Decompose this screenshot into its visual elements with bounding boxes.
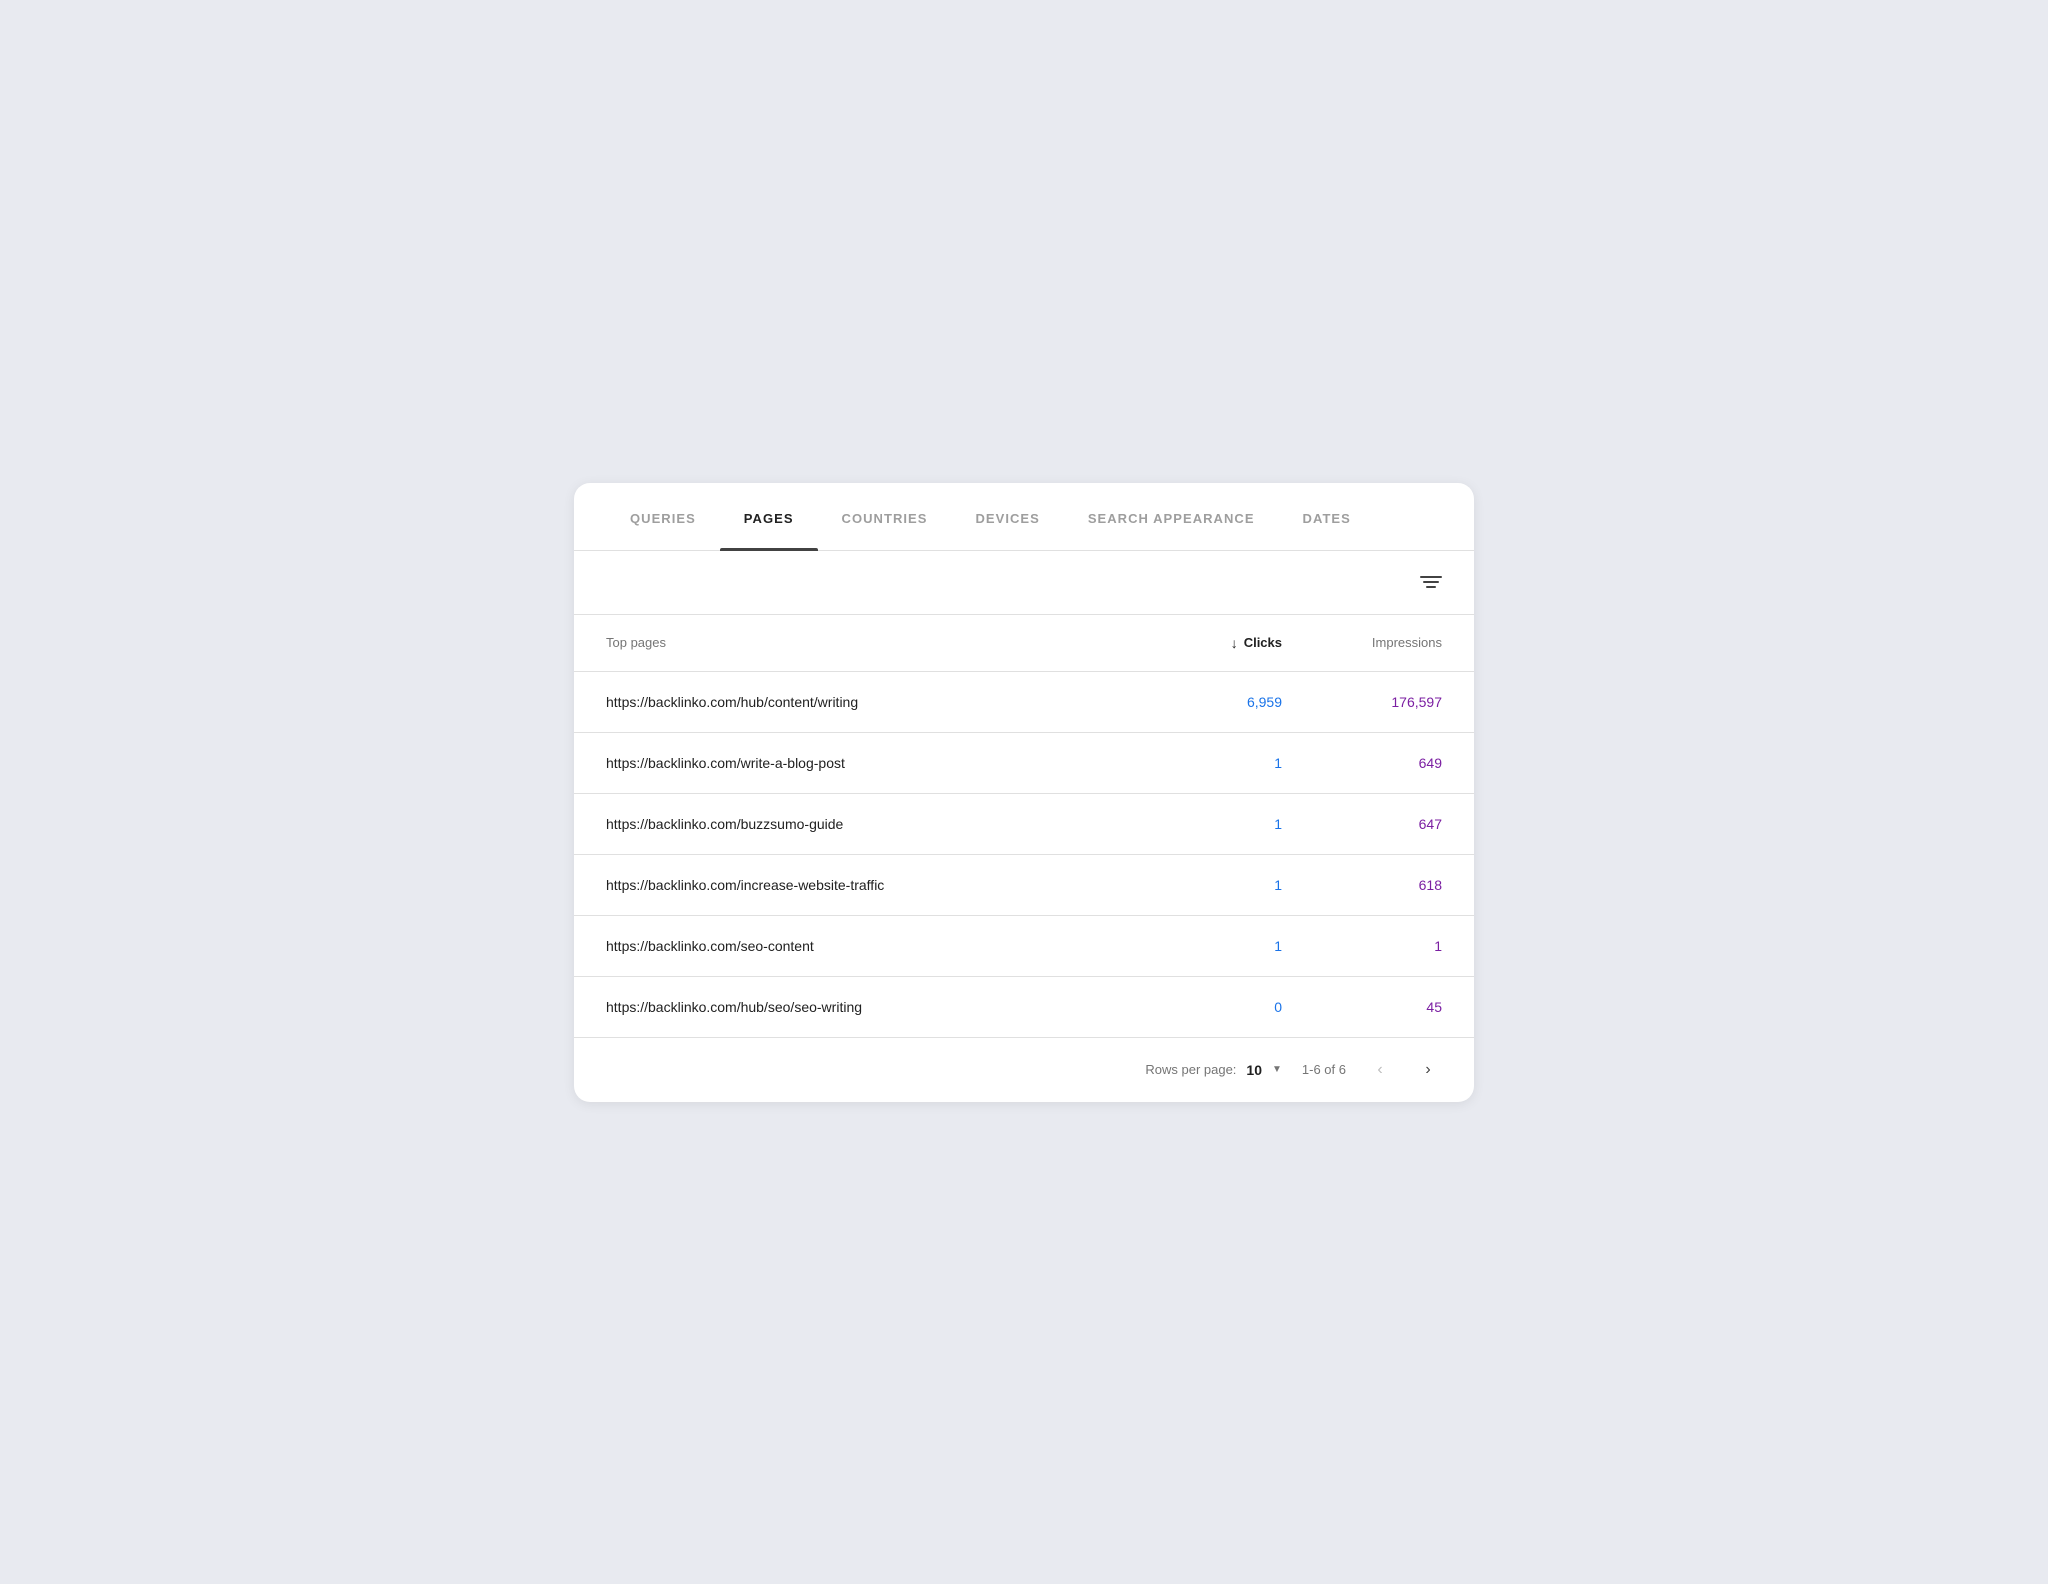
next-page-button[interactable]: › — [1414, 1056, 1442, 1084]
pagination: Rows per page: 10 ▼ 1-6 of 6 ‹ › — [574, 1037, 1474, 1102]
rows-per-page-label: Rows per page: — [1145, 1062, 1236, 1077]
filter-button[interactable] — [1420, 576, 1442, 588]
cell-impressions: 1 — [1282, 938, 1442, 954]
table-body: https://backlinko.com/hub/content/writin… — [574, 672, 1474, 1037]
tab-dates[interactable]: DATES — [1279, 483, 1375, 550]
col-header-impressions: Impressions — [1282, 635, 1442, 650]
cell-clicks: 0 — [1122, 999, 1282, 1015]
filter-line-3 — [1426, 586, 1436, 588]
tab-queries[interactable]: QUERIES — [606, 483, 720, 550]
tab-countries[interactable]: COUNTRIES — [818, 483, 952, 550]
sort-arrow-icon: ↓ — [1231, 635, 1238, 651]
cell-page[interactable]: https://backlinko.com/buzzsumo-guide — [606, 816, 1122, 832]
cell-impressions: 649 — [1282, 755, 1442, 771]
cell-impressions: 176,597 — [1282, 694, 1442, 710]
cell-page[interactable]: https://backlinko.com/hub/seo/seo-writin… — [606, 999, 1122, 1015]
tab-search-appearance[interactable]: SEARCH APPEARANCE — [1064, 483, 1279, 550]
cell-clicks: 1 — [1122, 877, 1282, 893]
filter-line-2 — [1423, 581, 1439, 583]
table-row: https://backlinko.com/buzzsumo-guide 1 6… — [574, 794, 1474, 855]
table-header: Top pages ↓ Clicks Impressions — [574, 615, 1474, 672]
main-card: QUERIES PAGES COUNTRIES DEVICES SEARCH A… — [574, 483, 1474, 1102]
tab-devices[interactable]: DEVICES — [951, 483, 1063, 550]
cell-clicks: 1 — [1122, 755, 1282, 771]
rows-per-page-dropdown-icon[interactable]: ▼ — [1272, 1064, 1282, 1075]
cell-page[interactable]: https://backlinko.com/write-a-blog-post — [606, 755, 1122, 771]
table-row: https://backlinko.com/seo-content 1 1 — [574, 916, 1474, 977]
tabs-container: QUERIES PAGES COUNTRIES DEVICES SEARCH A… — [574, 483, 1474, 551]
prev-page-button[interactable]: ‹ — [1366, 1056, 1394, 1084]
cell-clicks: 1 — [1122, 816, 1282, 832]
filter-row — [574, 551, 1474, 615]
page-info: 1-6 of 6 — [1302, 1062, 1346, 1077]
table-row: https://backlinko.com/hub/content/writin… — [574, 672, 1474, 733]
table-row: https://backlinko.com/write-a-blog-post … — [574, 733, 1474, 794]
table-row: https://backlinko.com/increase-website-t… — [574, 855, 1474, 916]
cell-page[interactable]: https://backlinko.com/seo-content — [606, 938, 1122, 954]
rows-per-page-value[interactable]: 10 — [1246, 1062, 1262, 1078]
cell-page[interactable]: https://backlinko.com/increase-website-t… — [606, 877, 1122, 893]
cell-impressions: 618 — [1282, 877, 1442, 893]
filter-line-1 — [1420, 576, 1442, 578]
cell-clicks: 1 — [1122, 938, 1282, 954]
col-header-page: Top pages — [606, 635, 1122, 650]
table-row: https://backlinko.com/hub/seo/seo-writin… — [574, 977, 1474, 1037]
cell-impressions: 45 — [1282, 999, 1442, 1015]
rows-per-page: Rows per page: 10 ▼ — [1145, 1062, 1282, 1078]
col-header-clicks[interactable]: ↓ Clicks — [1122, 635, 1282, 651]
tab-pages[interactable]: PAGES — [720, 483, 818, 550]
cell-page[interactable]: https://backlinko.com/hub/content/writin… — [606, 694, 1122, 710]
cell-impressions: 647 — [1282, 816, 1442, 832]
col-header-clicks-label: Clicks — [1244, 635, 1282, 650]
cell-clicks: 6,959 — [1122, 694, 1282, 710]
